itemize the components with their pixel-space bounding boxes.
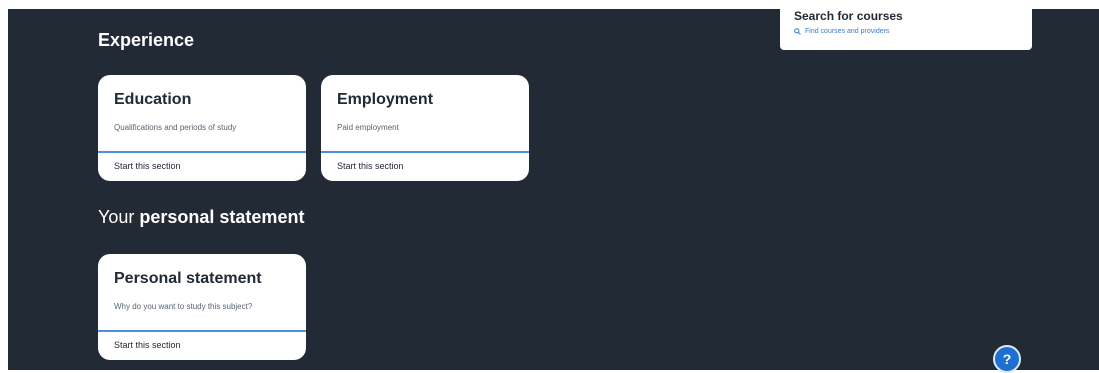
personal-heading-prefix: Your bbox=[98, 207, 135, 227]
experience-heading: Experience bbox=[98, 30, 195, 50]
education-title: Education bbox=[114, 91, 192, 108]
search-title: Search for courses bbox=[794, 9, 903, 23]
find-courses-link[interactable]: Find courses and providers bbox=[794, 28, 889, 35]
card-divider bbox=[98, 330, 306, 332]
personal-statement-card[interactable]: Personal statement Why do you want to st… bbox=[98, 254, 306, 360]
find-courses-label: Find courses and providers bbox=[805, 28, 890, 35]
employment-card[interactable]: Employment Paid employment Start this se… bbox=[321, 75, 529, 181]
personal-statement-description: Why do you want to study this subject? bbox=[114, 302, 253, 311]
search-icon bbox=[794, 28, 801, 35]
help-icon: ? bbox=[1002, 351, 1012, 367]
employment-start-link[interactable]: Start this section bbox=[337, 161, 404, 171]
employment-title: Employment bbox=[337, 91, 434, 108]
card-divider bbox=[98, 151, 306, 153]
education-card[interactable]: Education Qualifications and periods of … bbox=[98, 75, 306, 181]
employment-description: Paid employment bbox=[337, 123, 399, 132]
personal-statement-heading: Your personal statement bbox=[98, 206, 304, 228]
application-content: Search for courses Find courses and prov… bbox=[8, 9, 1099, 370]
education-description: Qualifications and periods of study bbox=[114, 123, 237, 132]
personal-statement-start-link[interactable]: Start this section bbox=[114, 340, 181, 350]
education-start-link[interactable]: Start this section bbox=[114, 161, 181, 171]
personal-statement-title: Personal statement bbox=[114, 270, 262, 287]
personal-heading-bold: personal statement bbox=[139, 207, 305, 227]
search-courses-panel: Search for courses Find courses and prov… bbox=[780, 9, 1032, 50]
card-divider bbox=[321, 151, 529, 153]
help-button[interactable]: ? bbox=[993, 345, 1021, 373]
